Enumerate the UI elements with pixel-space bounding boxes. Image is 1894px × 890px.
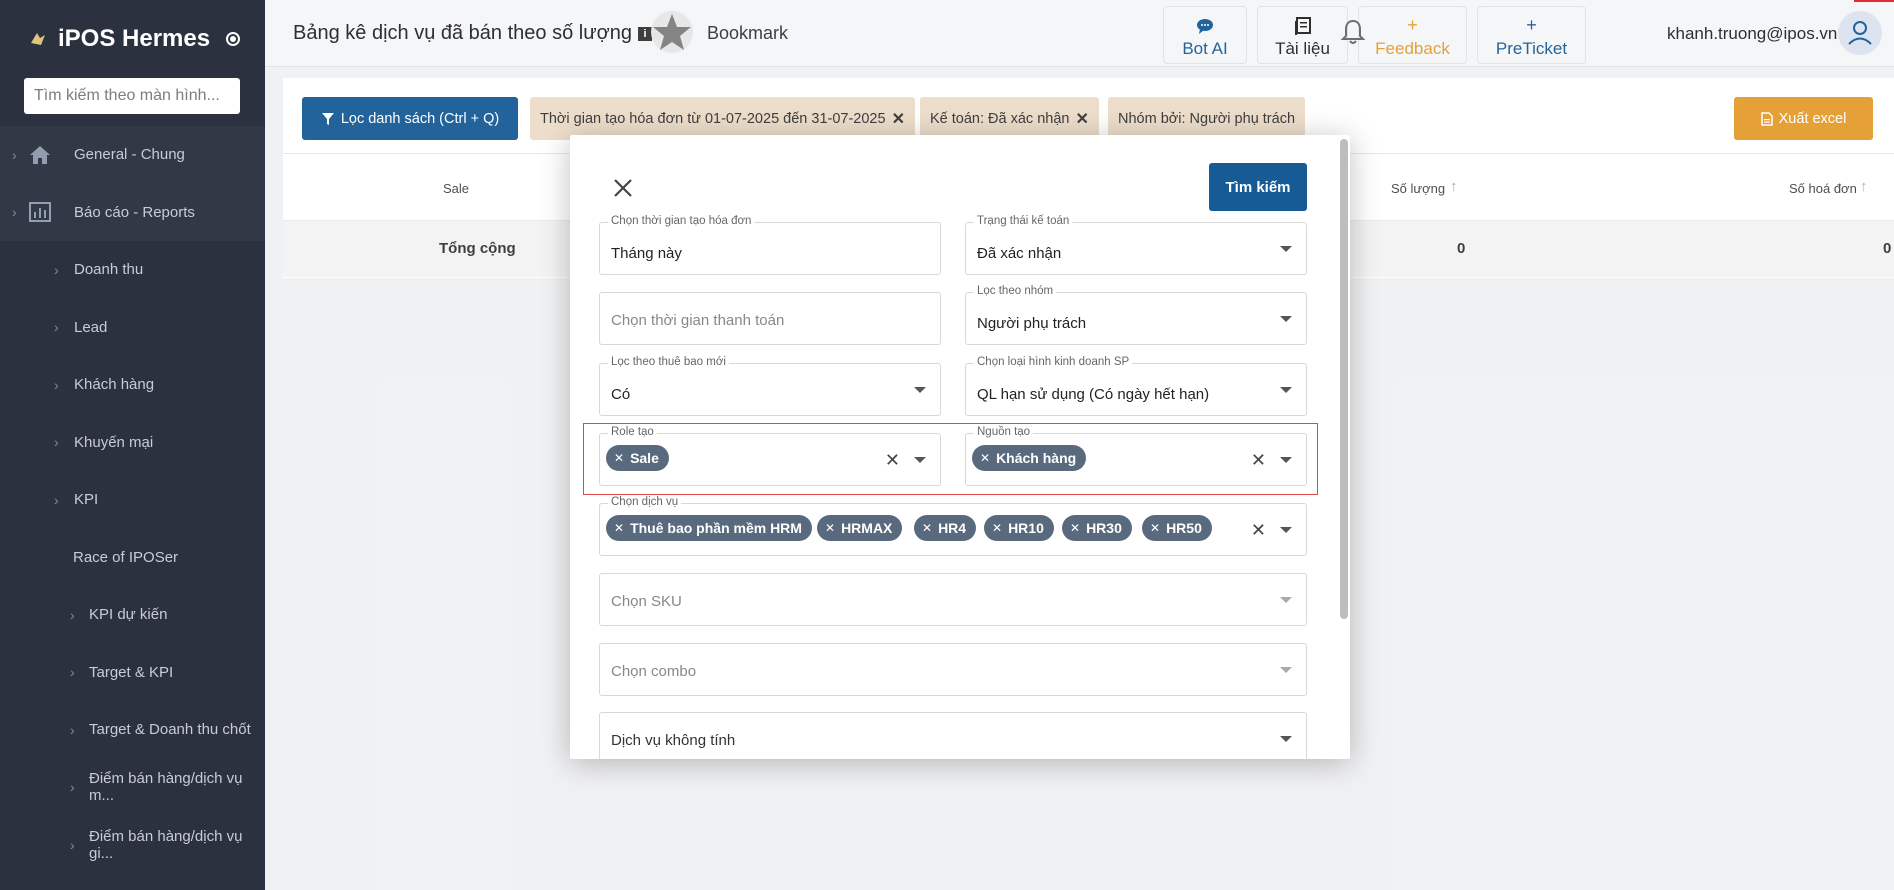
chevron-down-icon bbox=[1280, 316, 1292, 322]
tag-remove-icon[interactable]: ✕ bbox=[922, 521, 932, 535]
field-label: Trạng thái kế toán bbox=[974, 215, 1073, 227]
field-label: Role tạo bbox=[608, 426, 657, 438]
nguon-tao-multiselect[interactable]: Nguồn tạo ✕ Khách hàng ✕ bbox=[965, 426, 1307, 486]
loc-theo-nhom-select[interactable]: Lọc theo nhóm Người phụ trách bbox=[965, 285, 1307, 345]
tag-label: Khách hàng bbox=[996, 450, 1077, 466]
tag-chip[interactable]: ✕ HR4 bbox=[914, 515, 977, 541]
field-value: Người phụ trách bbox=[977, 315, 1087, 332]
field-label: Lọc theo nhóm bbox=[974, 285, 1057, 297]
field-placeholder: Chọn combo bbox=[611, 663, 697, 680]
tag-chip[interactable]: ✕ HR50 bbox=[1142, 515, 1212, 541]
clear-icon[interactable]: ✕ bbox=[1251, 450, 1266, 471]
tag-remove-icon[interactable]: ✕ bbox=[992, 521, 1002, 535]
clear-icon[interactable]: ✕ bbox=[1251, 520, 1266, 541]
tag-label: HR30 bbox=[1086, 520, 1122, 536]
tag-remove-icon[interactable]: ✕ bbox=[1070, 521, 1080, 535]
search-button[interactable]: Tìm kiếm bbox=[1209, 163, 1307, 211]
field-placeholder: Chọn SKU bbox=[611, 593, 682, 610]
modal-scrollbar[interactable] bbox=[1340, 139, 1348, 619]
tag-remove-icon[interactable]: ✕ bbox=[825, 521, 835, 535]
trang-thai-ke-toan-select[interactable]: Trạng thái kế toán Đã xác nhận bbox=[965, 215, 1307, 275]
thoi-gian-tao-select[interactable]: Chọn thời gian tạo hóa đơn Tháng này bbox=[599, 215, 941, 275]
tag-chip[interactable]: ✕ HR10 bbox=[984, 515, 1054, 541]
field-value: Đã xác nhận bbox=[977, 245, 1062, 262]
thoi-gian-thanh-toan-select[interactable]: Chọn thời gian thanh toán bbox=[599, 292, 941, 345]
chevron-down-icon bbox=[1280, 527, 1292, 533]
field-label: Chọn loại hình kinh doanh SP bbox=[974, 356, 1133, 368]
chevron-down-icon bbox=[914, 387, 926, 393]
tag-chip[interactable]: ✕ Sale bbox=[606, 445, 669, 471]
tag-label: HR10 bbox=[1008, 520, 1044, 536]
dich-vu-multiselect[interactable]: Chọn dịch vụ ✕ Thuê bao phần mềm HRM ✕ H… bbox=[599, 496, 1307, 556]
tag-chip[interactable]: ✕ Khách hàng bbox=[972, 445, 1087, 471]
field-label: Chọn thời gian tạo hóa đơn bbox=[608, 215, 755, 227]
tag-label: HR4 bbox=[938, 520, 967, 536]
chevron-down-icon bbox=[1280, 457, 1292, 463]
field-label: Nguồn tạo bbox=[974, 426, 1034, 438]
tag-remove-icon[interactable]: ✕ bbox=[614, 451, 624, 465]
loai-hinh-kinh-doanh-select[interactable]: Chọn loại hình kinh doanh SP QL hạn sử d… bbox=[965, 356, 1307, 416]
tag-remove-icon[interactable]: ✕ bbox=[980, 451, 990, 465]
dich-vu-khong-tinh-select[interactable]: Dịch vụ không tính bbox=[599, 712, 1307, 759]
field-label: Lọc theo thuê bao mới bbox=[608, 356, 729, 368]
chevron-down-icon bbox=[1280, 597, 1292, 603]
combo-select[interactable]: Chọn combo bbox=[599, 643, 1307, 696]
tag-label: Thuê bao phần mềm HRM bbox=[630, 520, 802, 536]
tag-remove-icon[interactable]: ✕ bbox=[614, 521, 624, 535]
role-tao-multiselect[interactable]: Role tạo ✕ Sale ✕ bbox=[599, 426, 941, 486]
close-icon[interactable] bbox=[610, 175, 636, 201]
tag-remove-icon[interactable]: ✕ bbox=[1150, 521, 1160, 535]
chevron-down-icon bbox=[914, 457, 926, 463]
chevron-down-icon bbox=[1280, 246, 1292, 252]
tag-chip[interactable]: ✕ HR30 bbox=[1062, 515, 1132, 541]
field-value: Tháng này bbox=[611, 245, 682, 262]
thue-bao-moi-select[interactable]: Lọc theo thuê bao mới Có bbox=[599, 356, 941, 416]
field-placeholder: Chọn thời gian thanh toán bbox=[611, 312, 785, 329]
tag-chip[interactable]: ✕ HRMAX bbox=[817, 515, 903, 541]
field-value: Có bbox=[611, 386, 631, 403]
tag-label: Sale bbox=[630, 450, 659, 466]
field-value: QL hạn sử dụng (Có ngày hết hạn) bbox=[977, 386, 1210, 403]
chevron-down-icon bbox=[1280, 736, 1292, 742]
tag-label: HR50 bbox=[1166, 520, 1202, 536]
tag-label: HRMAX bbox=[841, 520, 893, 536]
chevron-down-icon bbox=[1280, 667, 1292, 673]
tag-chip[interactable]: ✕ Thuê bao phần mềm HRM bbox=[606, 515, 812, 541]
field-label: Chọn dịch vụ bbox=[608, 496, 682, 508]
field-placeholder: Dịch vụ không tính bbox=[611, 732, 736, 749]
filter-modal: Tìm kiếm Chọn thời gian tạo hóa đơn Thán… bbox=[570, 135, 1350, 759]
sku-select[interactable]: Chọn SKU bbox=[599, 573, 1307, 626]
chevron-down-icon bbox=[1280, 387, 1292, 393]
clear-icon[interactable]: ✕ bbox=[885, 450, 900, 471]
